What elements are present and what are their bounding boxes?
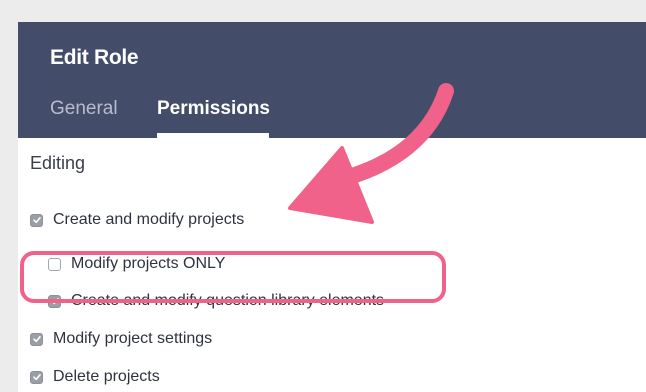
- permission-modify-projects-only[interactable]: Modify projects ONLY: [48, 255, 225, 273]
- tab-permissions[interactable]: Permissions: [157, 98, 270, 120]
- checkbox[interactable]: [30, 332, 43, 346]
- checkbox[interactable]: [48, 294, 61, 308]
- dialog-header: Edit Role General Permissions: [18, 22, 646, 138]
- checkmark-icon: [32, 374, 41, 381]
- checkmark-icon: [32, 217, 41, 224]
- permission-create-modify-projects[interactable]: Create and modify projects: [30, 211, 244, 229]
- section-title-editing: Editing: [30, 153, 86, 173]
- permission-delete-projects[interactable]: Delete projects: [30, 368, 160, 386]
- permission-label: Create and modify question library eleme…: [71, 292, 385, 309]
- permission-label: Modify projects ONLY: [71, 255, 226, 272]
- permission-label: Modify project settings: [53, 330, 213, 347]
- checkbox[interactable]: [48, 257, 61, 271]
- checkmark-icon: [32, 336, 41, 343]
- checkbox[interactable]: [30, 213, 43, 227]
- checkmark-icon: [50, 298, 59, 305]
- active-tab-indicator: [157, 133, 269, 138]
- permission-modify-project-settings[interactable]: Modify project settings: [30, 330, 212, 348]
- permission-question-library[interactable]: Create and modify question library eleme…: [48, 292, 384, 310]
- permission-label: Delete projects: [53, 368, 160, 385]
- permission-label: Create and modify projects: [53, 211, 245, 228]
- checkbox[interactable]: [30, 370, 43, 384]
- tab-general[interactable]: General: [50, 98, 118, 120]
- dialog-title: Edit Role: [50, 46, 139, 69]
